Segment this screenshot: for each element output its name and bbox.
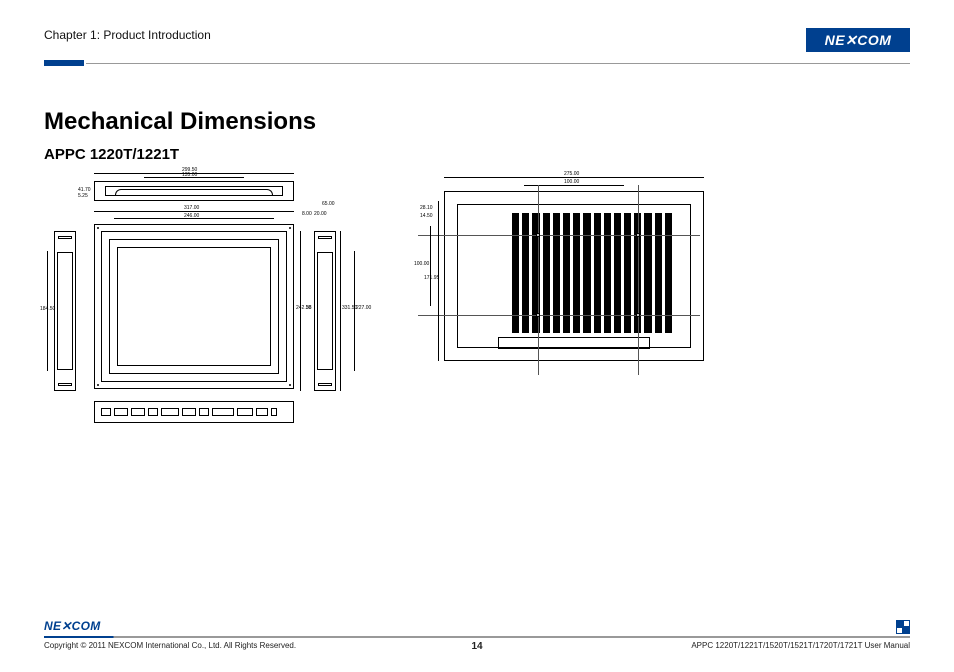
- top-view: [94, 181, 294, 201]
- dim-bottom-w1: 317.00: [184, 205, 199, 211]
- dim-top-inner: 135.00: [182, 172, 197, 178]
- diagram-area: 299.50 135.00 41.70 5.25 317.00 246.00 6…: [44, 171, 910, 441]
- right-side-view: [314, 231, 336, 391]
- left-side-view: [54, 231, 76, 391]
- io-bottom-view: [94, 401, 294, 423]
- dim-mini2: 20.00: [314, 211, 327, 217]
- dim-rear-l1: 28.10: [420, 205, 433, 211]
- front-drawing-set: 299.50 135.00 41.70 5.25 317.00 246.00 6…: [44, 171, 364, 441]
- chapter-label: Chapter 1: Product Introduction: [44, 28, 211, 42]
- dim-right-side1: 331.50: [342, 305, 357, 311]
- dim-right-side2: 227.00: [356, 305, 371, 311]
- page-number: 14: [44, 641, 910, 652]
- model-title: APPC 1220T/1221T: [44, 146, 910, 163]
- footer-divider: [44, 636, 910, 638]
- dim-depth: 65.00: [322, 201, 335, 207]
- dim-left-s2: 5.25: [78, 193, 88, 199]
- rear-drawing: 275.00 100.00: [414, 171, 724, 371]
- rear-bottom-plate: [498, 337, 650, 349]
- dim-mini1: 8.00: [302, 211, 312, 217]
- section-title: Mechanical Dimensions: [44, 108, 910, 136]
- dim-right-gap: 38: [306, 305, 312, 311]
- footer-ornament: [896, 620, 910, 634]
- dim-rear-height: 171.95: [424, 275, 439, 281]
- dim-rear-vesa-h: 100.00: [414, 261, 429, 267]
- front-view: [94, 224, 294, 389]
- dim-rear-top: 275.00: [564, 171, 579, 177]
- brand-logo-top: NE✕COM: [806, 28, 910, 52]
- dim-bottom-w2: 246.00: [184, 213, 199, 219]
- dim-height-left: 184.50: [40, 306, 55, 312]
- page-footer: NE✕COM Copyright © 2011 NEXCOM Internati…: [44, 618, 910, 650]
- dim-rear-l2: 14.50: [420, 213, 433, 219]
- header-divider: [44, 60, 910, 66]
- rear-inner-frame: [457, 204, 691, 348]
- brand-logo-text: NE✕COM: [825, 32, 892, 49]
- brand-logo-footer: NE✕COM: [44, 618, 118, 634]
- rear-outer-frame: [444, 191, 704, 361]
- dim-rear-vesa-w: 100.00: [564, 179, 579, 185]
